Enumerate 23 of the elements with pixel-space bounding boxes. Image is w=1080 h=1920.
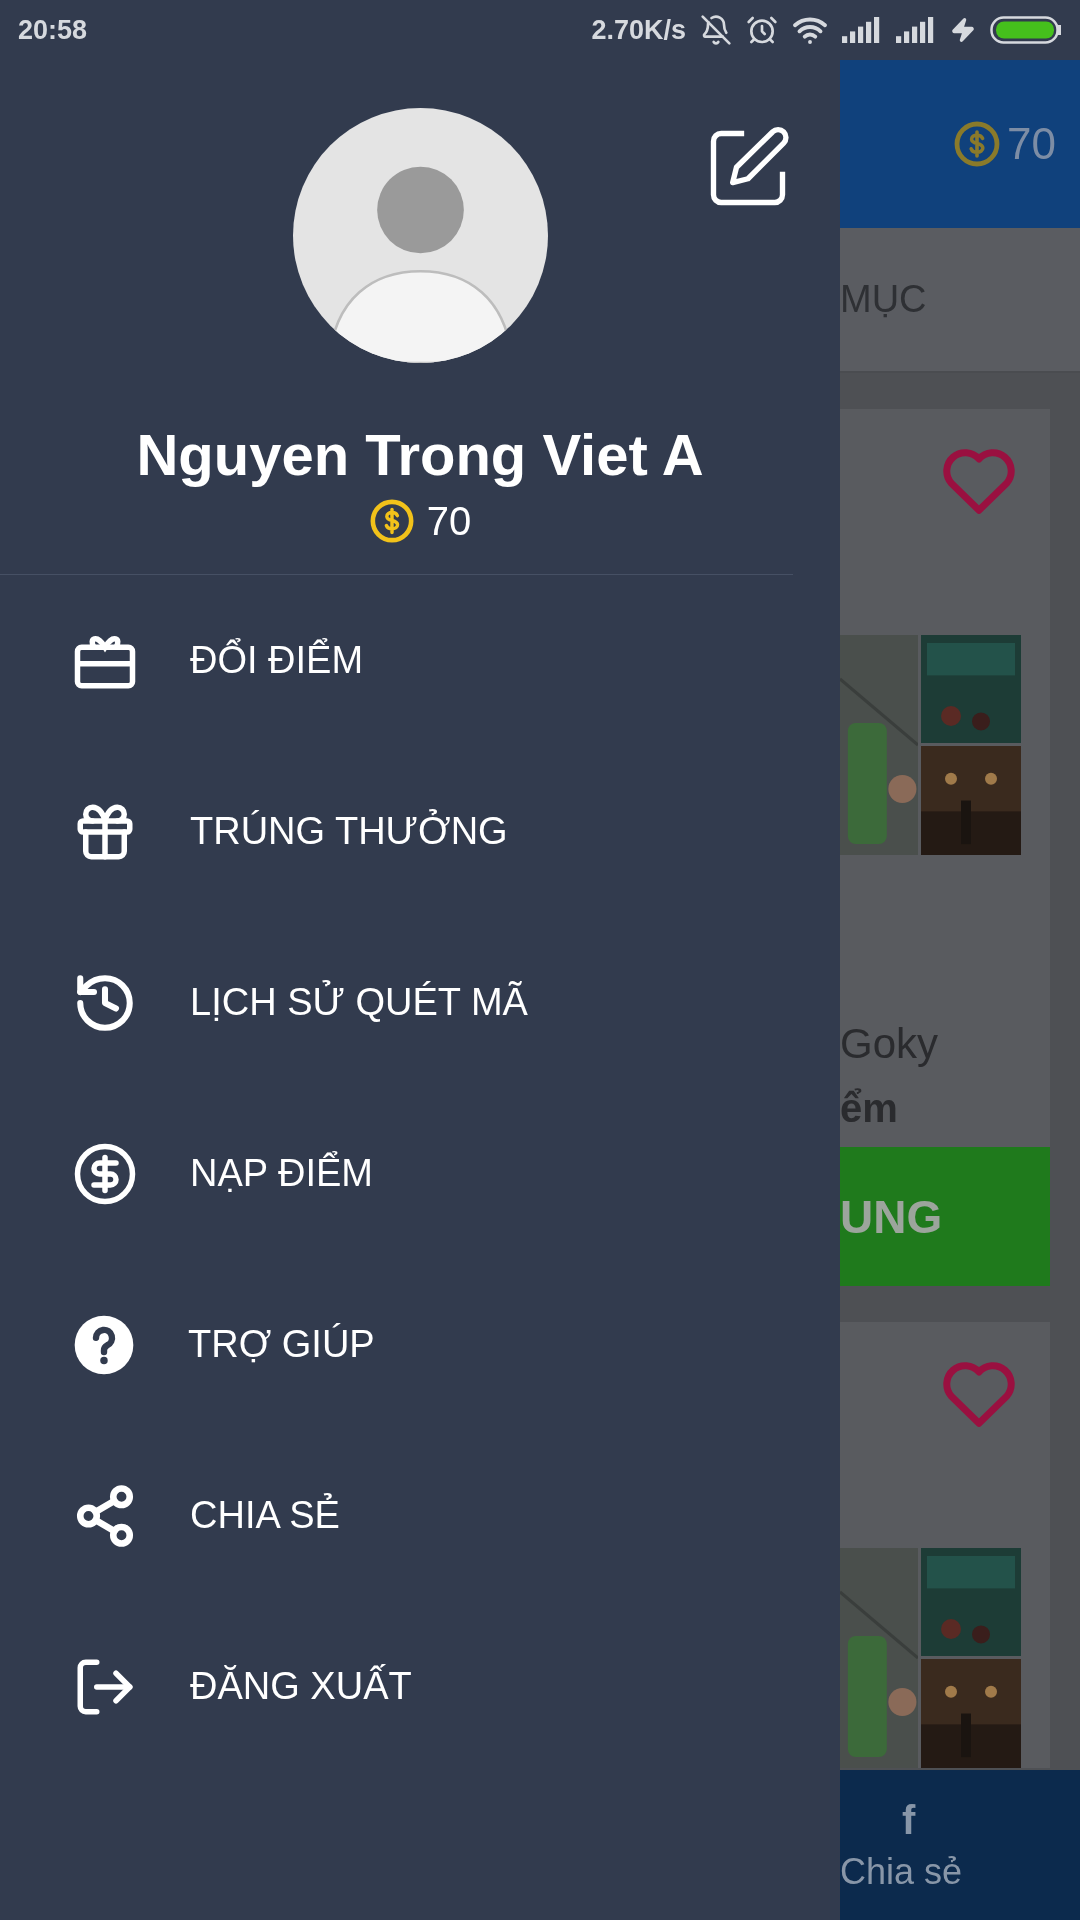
menu-item[interactable]: TRÚNG THƯỞNG	[0, 746, 840, 917]
user-name: Nguyen Trong Viet A	[135, 421, 705, 488]
share-label[interactable]: Chia sẻ	[840, 1850, 963, 1893]
charging-icon	[950, 17, 976, 43]
menu-item[interactable]: CHIA SẺ	[0, 1430, 840, 1601]
network-speed: 2.70K/s	[591, 14, 686, 46]
battery-icon	[990, 16, 1062, 44]
signal-icon	[896, 17, 936, 43]
coin-icon	[368, 498, 415, 544]
menu-item[interactable]: ĐỔI ĐIỂM	[0, 575, 840, 746]
menu-item[interactable]: NẠP ĐIỂM	[0, 1088, 840, 1259]
facebook-icon[interactable]: f	[902, 1797, 916, 1843]
coin-icon	[953, 120, 1002, 168]
clock: 20:58	[18, 14, 89, 46]
alarm-clock-icon	[746, 14, 778, 46]
menu-item[interactable]: LỊCH SỬ QUÉT MÃ	[0, 917, 840, 1088]
menu-item[interactable]: ĐĂNG XUẤT	[0, 1601, 840, 1772]
points-balance: 70	[426, 498, 472, 544]
menu-item[interactable]: TRỢ GIÚP	[0, 1259, 840, 1430]
card[interactable]	[840, 1322, 1050, 1768]
signal-icon	[842, 17, 882, 43]
bell-off-icon	[700, 14, 732, 46]
points-balance: 70	[1007, 119, 1056, 169]
